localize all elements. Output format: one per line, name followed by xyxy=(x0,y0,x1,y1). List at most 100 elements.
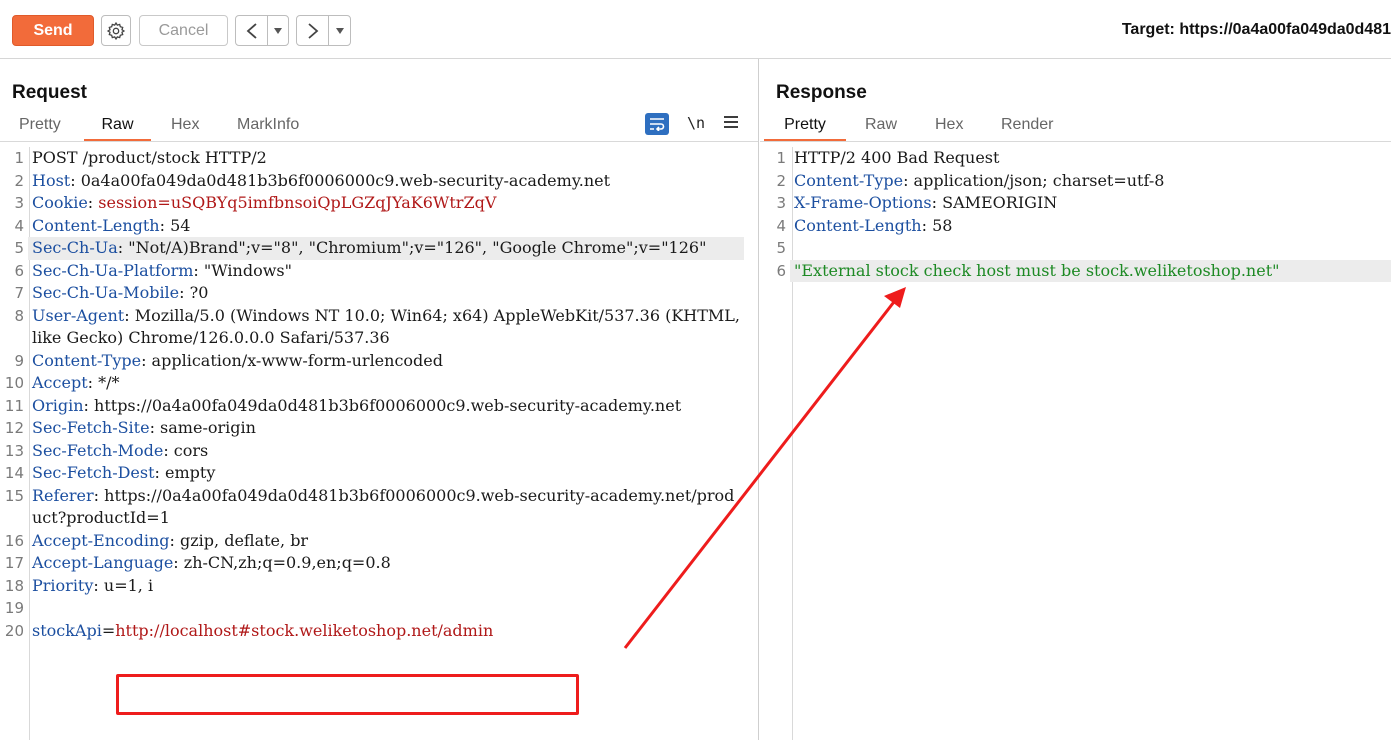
line-number: 14 xyxy=(4,464,24,482)
header-name: stockApi xyxy=(32,620,102,640)
wrap-lines-icon xyxy=(650,118,665,131)
line-content xyxy=(790,237,1391,260)
response-tab-hex[interactable]: Hex xyxy=(935,116,963,142)
request-line: 11 Origin: https://0a4a00fa049da0d481b3b6… xyxy=(0,395,758,418)
toolbar: Send Cancel Target: https://0a4a00fa049d… xyxy=(0,0,1391,59)
request-line: 10 Accept: */* xyxy=(0,372,758,395)
header-value: same-origin xyxy=(154,418,256,437)
header-name: Sec-Ch-Ua xyxy=(32,238,118,257)
header-value: "Windows" xyxy=(198,260,292,280)
target-label[interactable]: Target: https://0a4a00fa049da0d481 xyxy=(1122,21,1391,39)
send-button[interactable]: Send xyxy=(12,15,94,46)
header-name: Priority xyxy=(32,575,94,595)
request-line: 18 Priority: u=1, i xyxy=(0,575,758,598)
header-name: Content-Type xyxy=(794,170,904,190)
settings-button[interactable] xyxy=(101,15,131,46)
line-content: HTTP/2 400 Bad Request xyxy=(790,147,1391,170)
header-value: https://0a4a00fa049da0d481b3b6f0006000c9… xyxy=(88,395,682,415)
request-tab-hex[interactable]: Hex xyxy=(171,116,199,142)
cancel-button[interactable]: Cancel xyxy=(139,15,228,46)
line-content: Sec-Ch-Ua: "Not/A)Brand";v="8", "Chromiu… xyxy=(28,237,744,260)
request-line: 7 Sec-Ch-Ua-Mobile: ?0 xyxy=(0,282,758,305)
line-content: POST /product/stock HTTP/2 xyxy=(28,147,744,170)
caret-down-icon xyxy=(274,27,282,34)
header-value: application/json; charset=utf-8 xyxy=(908,170,1165,190)
response-tab-render[interactable]: Render xyxy=(1001,116,1053,142)
request-line: 9 Content-Type: application/x-www-form-ur… xyxy=(0,350,758,373)
line-number: 5 xyxy=(776,239,786,257)
wrap-lines-button[interactable] xyxy=(645,113,669,135)
request-line: 13 Sec-Fetch-Mode: cors xyxy=(0,440,758,463)
line-content: Accept: */* xyxy=(32,373,120,392)
header-name: Accept xyxy=(32,373,88,392)
header-name: Sec-Fetch-Mode xyxy=(32,440,164,460)
back-button[interactable] xyxy=(236,16,268,45)
request-tab-pretty[interactable]: Pretty xyxy=(19,116,61,142)
line-content: Sec-Ch-Ua-Mobile: ?0 xyxy=(32,283,209,302)
header-name: Accept-Encoding xyxy=(32,530,170,550)
show-newlines-button[interactable]: \n xyxy=(687,114,705,132)
line-content: Cookie: session=uSQBYq5imfbnsoiQpLGZqJYa… xyxy=(32,193,497,212)
header-value: empty xyxy=(159,463,216,482)
header-value: 58 xyxy=(926,215,953,235)
request-tab-raw[interactable]: Raw xyxy=(84,116,151,142)
response-editor[interactable]: 1 HTTP/2 400 Bad Request 2 Content-Type: ap… xyxy=(760,147,1391,282)
request-editor[interactable]: 1 POST /product/stock HTTP/2 2 Host: 0a4a00… xyxy=(0,147,758,642)
request-line: 15 Referer: https://0a4a00fa049da0d481b3b… xyxy=(0,485,758,530)
header-name: Referer xyxy=(32,485,94,505)
line-number: 15 xyxy=(4,486,24,505)
response-tab-raw[interactable]: Raw xyxy=(865,116,897,142)
response-tab-pretty[interactable]: Pretty xyxy=(764,116,846,142)
header-value: https://0a4a00fa049da0d481b3b6f0006000c9… xyxy=(32,485,735,528)
line-number: 11 xyxy=(4,396,24,415)
header-value: 0a4a00fa049da0d481b3b6f0006000c9.web-sec… xyxy=(75,170,611,190)
line-number: 12 xyxy=(4,419,24,437)
line-content: User-Agent: Mozilla/5.0 (Windows NT 10.0… xyxy=(32,305,746,348)
request-line: 1 POST /product/stock HTTP/2 xyxy=(0,147,758,170)
header-name: User-Agent xyxy=(32,305,125,325)
request-line: 3 Cookie: session=uSQBYq5imfbnsoiQpLGZqJY… xyxy=(0,192,758,215)
line-content: Priority: u=1, i xyxy=(32,575,154,595)
header-value: zh-CN,zh;q=0.9,en;q=0.8 xyxy=(178,553,391,572)
line-number: 4 xyxy=(776,216,786,235)
header-value: Mozilla/5.0 (Windows NT 10.0; Win64; x64… xyxy=(32,305,746,348)
request-line: 2 Host: 0a4a00fa049da0d481b3b6f0006000c9.… xyxy=(0,170,758,193)
line-number: 6 xyxy=(776,261,786,280)
forward-button[interactable] xyxy=(297,16,329,45)
line-content: Origin: https://0a4a00fa049da0d481b3b6f0… xyxy=(32,395,682,415)
line-number: 3 xyxy=(776,194,786,212)
line-number: 7 xyxy=(14,284,24,302)
back-history-dropdown[interactable] xyxy=(268,16,288,45)
header-name: Content-Length xyxy=(32,215,160,235)
response-line: 4 Content-Length: 58 xyxy=(760,215,1391,238)
hamburger-menu-icon xyxy=(724,116,738,128)
forward-nav-group xyxy=(296,15,351,46)
forward-history-dropdown[interactable] xyxy=(329,16,350,45)
header-name: Sec-Ch-Ua-Platform xyxy=(32,260,194,280)
header-value: 54 xyxy=(164,215,191,235)
line-content: Host: 0a4a00fa049da0d481b3b6f0006000c9.w… xyxy=(32,170,611,190)
header-value: "Not/A)Brand";v="8", "Chromium";v="126",… xyxy=(123,238,707,257)
header-value: ?0 xyxy=(184,283,209,302)
header-value: SAMEORIGIN xyxy=(937,193,1058,212)
request-tab-markinfo[interactable]: MarkInfo xyxy=(237,116,299,142)
line-content: Referer: https://0a4a00fa049da0d481b3b6f… xyxy=(32,485,735,528)
line-content: Content-Type: application/x-www-form-url… xyxy=(32,350,443,370)
line-number: 18 xyxy=(4,576,24,595)
response-title: Response xyxy=(776,82,867,103)
response-tabs: Pretty Raw Hex Render xyxy=(760,113,1391,142)
response-line: 5 xyxy=(760,237,1391,260)
request-line: 4 Content-Length: 54 xyxy=(0,215,758,238)
back-nav-group xyxy=(235,15,289,46)
request-line: 16 Accept-Encoding: gzip, deflate, br xyxy=(0,530,758,553)
line-number: 3 xyxy=(14,194,24,212)
request-menu-button[interactable] xyxy=(724,114,738,134)
header-name: Sec-Ch-Ua-Mobile xyxy=(32,283,180,302)
chevron-right-icon xyxy=(307,22,318,39)
request-line: 17 Accept-Language: zh-CN,zh;q=0.9,en;q=0… xyxy=(0,552,758,575)
response-line: 2 Content-Type: application/json; charset… xyxy=(760,170,1391,193)
line-number: 17 xyxy=(4,554,24,572)
request-tab-divider xyxy=(0,141,758,142)
response-tab-divider xyxy=(760,141,1391,142)
annotation-highlight-box xyxy=(116,674,579,715)
